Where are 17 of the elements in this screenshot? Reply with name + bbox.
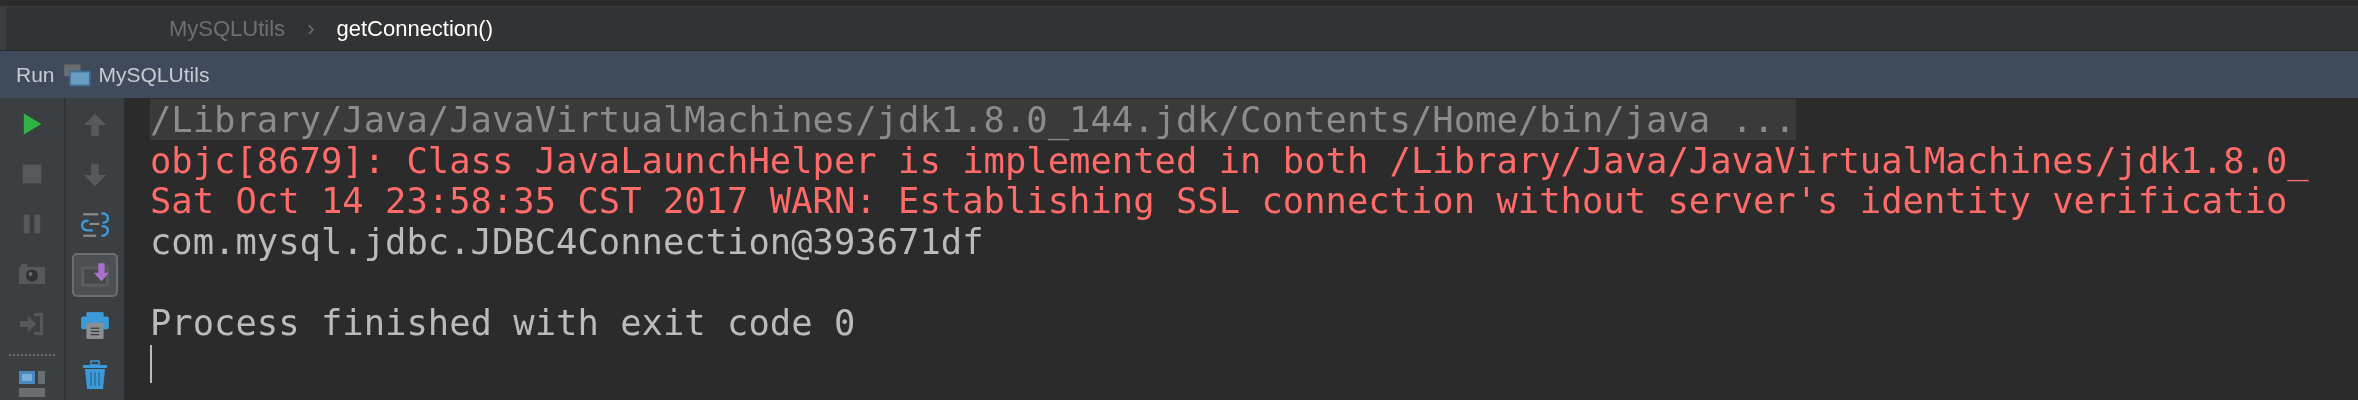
trash-icon[interactable] [80, 360, 110, 390]
print-icon[interactable] [80, 310, 110, 340]
window-icon [62, 62, 91, 87]
layout-icon[interactable] [18, 370, 46, 398]
console-line: com.mysql.jdbc.JDBC4Connection@393671df [150, 220, 984, 262]
console-line: objc[8679]: Class JavaLaunchHelper is implemented in both /Library/Java/JavaVirtualMachines/jdk1.8.0_ [150, 139, 2309, 181]
breadcrumb-item[interactable]: getConnection() [336, 15, 493, 42]
console-line: Process finished with exit code 0 [150, 301, 856, 343]
soft-wrap-icon[interactable] [80, 210, 110, 240]
scroll-to-end-icon [80, 262, 110, 288]
text-cursor [150, 345, 152, 383]
scroll-to-end-button[interactable] [72, 253, 118, 297]
run-tab[interactable]: MySQLUtils [98, 62, 210, 87]
console-line: Sat Oct 14 23:58:35 CST 2017 WARN: Establishing SSL connection without server's identity verificatio [150, 180, 2288, 221]
panel-title: Run [16, 62, 55, 87]
exit-icon[interactable] [18, 310, 46, 338]
breadcrumb-separator: › [307, 15, 315, 42]
